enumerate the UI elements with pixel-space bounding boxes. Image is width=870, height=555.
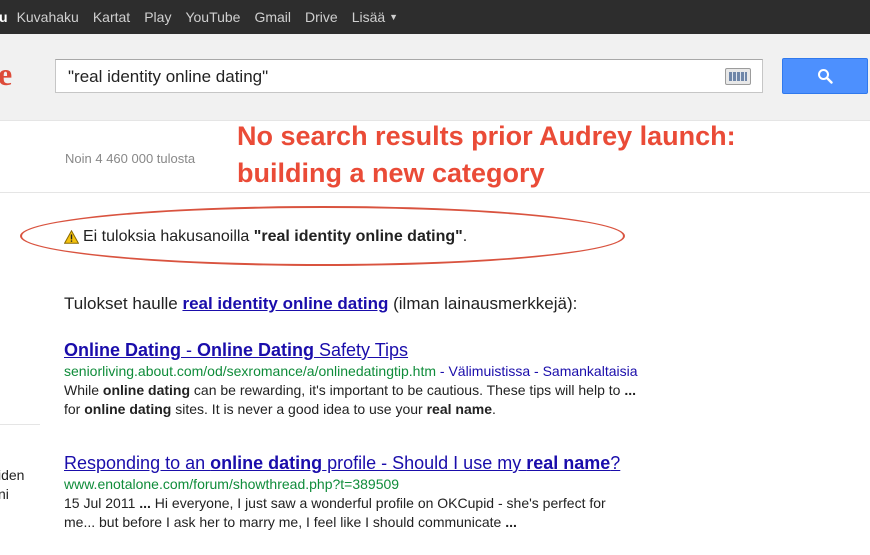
results-for-line: Tulokset haulle real identity online dat… xyxy=(64,294,577,314)
snippet-text: for xyxy=(64,401,85,417)
google-top-bar: u Kuvahaku Kartat Play YouTube Gmail Dri… xyxy=(0,0,870,34)
nav-item-more[interactable]: Lisää ▼ xyxy=(352,9,412,25)
search-result: Online Dating - Online Dating Safety Tip… xyxy=(64,340,638,419)
snippet-bold: ... xyxy=(505,514,517,530)
caret-down-icon: ▼ xyxy=(389,12,399,22)
annotation-overlay: No search results prior Audrey launch: b… xyxy=(237,118,736,192)
results-for-prefix: Tulokset haulle xyxy=(64,294,178,313)
nav-item-maps[interactable]: Kartat xyxy=(93,9,130,25)
google-logo[interactable]: e xyxy=(0,56,12,93)
result-title-link[interactable]: Online Dating - Online Dating Safety Tip… xyxy=(64,340,638,360)
result-snippet: While online dating can be rewarding, it… xyxy=(64,381,638,419)
top-nav: u Kuvahaku Kartat Play YouTube Gmail Dri… xyxy=(0,0,426,34)
sidebar-fragment-line: ni xyxy=(0,486,9,502)
nav-item-youtube[interactable]: YouTube xyxy=(185,9,240,25)
sidebar-divider xyxy=(0,424,40,425)
search-icon xyxy=(818,69,833,84)
title-bold: online dating xyxy=(210,453,323,473)
snippet-text: While xyxy=(64,382,103,398)
title-bold: Online Dating xyxy=(197,340,314,360)
results-for-suffix: (ilman lainausmerkkejä): xyxy=(393,294,578,313)
url-text: seniorliving.about.com/od/sexromance/a/o… xyxy=(64,363,436,379)
snippet-bold: online dating xyxy=(84,401,172,417)
snippet-text: 15 Jul 2011 xyxy=(64,495,140,511)
snippet-bold: ... xyxy=(624,382,636,398)
sidebar-fragment-line: iden xyxy=(0,467,25,483)
snippet-line: for online dating sites. It is never a g… xyxy=(64,400,638,419)
warning-icon xyxy=(64,230,79,244)
nav-item-play[interactable]: Play xyxy=(144,9,171,25)
title-text: profile - Should I use my xyxy=(322,453,527,473)
nav-item-gmail[interactable]: Gmail xyxy=(254,9,291,25)
search-result: Responding to an online dating profile -… xyxy=(64,453,620,532)
snippet-text: can be rewarding, it's important to be c… xyxy=(190,382,625,398)
url-text: www.enotalone.com/forum/showthread.php?t… xyxy=(64,476,400,492)
search-query-text: "real identity online dating" xyxy=(68,67,269,86)
snippet-text: Hi everyone, I just saw a wonderful prof… xyxy=(150,495,606,511)
title-text: Responding to an xyxy=(64,453,211,473)
result-title-link[interactable]: Responding to an online dating profile -… xyxy=(64,453,620,473)
snippet-bold: real name xyxy=(426,401,492,417)
snippet-line: While online dating can be rewarding, it… xyxy=(64,381,638,400)
title-text: - xyxy=(181,340,197,360)
result-stats: Noin 4 460 000 tulosta xyxy=(65,151,196,166)
title-text: Safety Tips xyxy=(314,340,409,360)
result-url: seniorliving.about.com/od/sexromance/a/o… xyxy=(64,363,638,379)
results-divider xyxy=(0,192,870,193)
annotation-line-2: building a new category xyxy=(237,158,545,188)
result-snippet: 15 Jul 2011 ... Hi everyone, I just saw … xyxy=(64,494,620,532)
no-results-prefix: Ei tuloksia hakusanoilla xyxy=(83,228,250,245)
nav-item-drive[interactable]: Drive xyxy=(305,9,338,25)
no-results-suffix: . xyxy=(462,228,468,245)
annotation-line-1: No search results prior Audrey launch: xyxy=(237,121,736,151)
snippet-text: me... but before I ask her to marry me, … xyxy=(64,514,506,530)
no-results-query: "real identity online dating" xyxy=(253,228,463,245)
snippet-line: 15 Jul 2011 ... Hi everyone, I just saw … xyxy=(64,494,620,513)
nav-item-images[interactable]: Kuvahaku xyxy=(17,9,79,25)
title-text: ? xyxy=(610,453,621,473)
nav-item-search[interactable]: u xyxy=(0,9,8,25)
result-url: www.enotalone.com/forum/showthread.php?t… xyxy=(64,476,620,492)
snippet-text: sites. It is never a good idea to use yo… xyxy=(171,401,427,417)
search-button[interactable] xyxy=(782,58,868,94)
snippet-bold: online dating xyxy=(102,382,191,398)
title-bold: real name xyxy=(526,453,611,473)
search-header: e "real identity online dating" xyxy=(0,34,870,121)
snippet-line: me... but before I ask her to marry me, … xyxy=(64,513,620,532)
search-input[interactable]: "real identity online dating" xyxy=(55,59,763,93)
no-results-message: Ei tuloksia hakusanoilla "real identity … xyxy=(64,228,467,246)
snippet-text: . xyxy=(491,401,496,417)
more-label: Lisää xyxy=(351,9,386,25)
sidebar-fragment: iden ni xyxy=(0,466,24,504)
keyboard-icon[interactable] xyxy=(725,68,751,85)
results-for-link[interactable]: real identity online dating xyxy=(182,294,388,313)
cache-similar-links[interactable]: - Välimuistissa - Samankaltaisia xyxy=(436,363,638,379)
title-bold: Online Dating xyxy=(64,340,181,360)
snippet-bold: ... xyxy=(139,495,151,511)
